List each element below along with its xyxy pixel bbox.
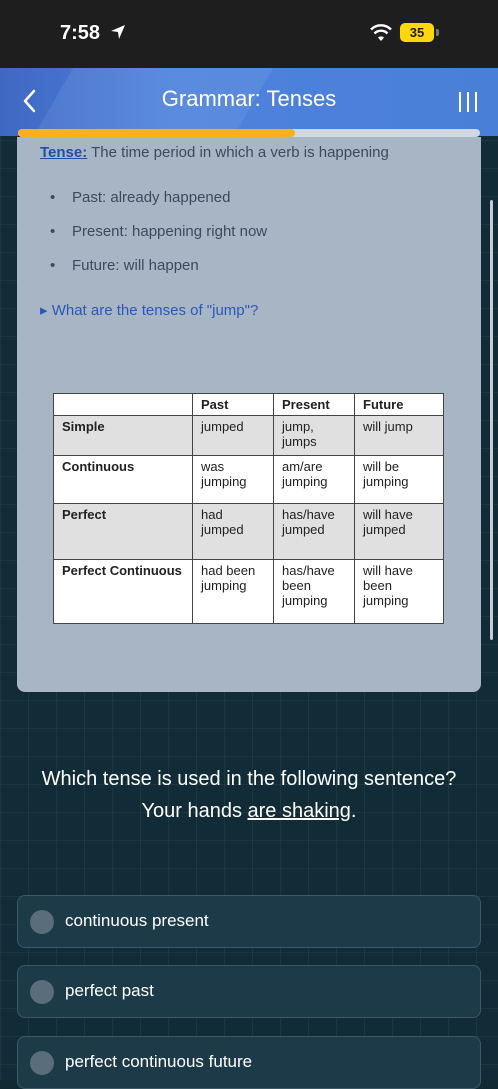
tense-bullet-list: Past: already happened Present: happenin…: [50, 189, 267, 291]
lesson-progress-fill: [18, 129, 296, 137]
sentence-start: Your hands: [141, 800, 248, 822]
option-label: continuous present: [65, 911, 209, 930]
disclosure-triangle-icon: ▸: [40, 302, 52, 319]
cell-past: was jumping: [192, 455, 274, 504]
lesson-card: Tense: The time period in which a verb i…: [17, 137, 481, 692]
menu-icon[interactable]: [455, 90, 481, 114]
cell-present: has/have been jumping: [273, 559, 355, 624]
cell-past: had been jumping: [192, 559, 274, 624]
option-label: perfect continuous future: [65, 1052, 253, 1071]
cell-future: will have jumped: [354, 503, 444, 560]
page-title: Grammar: Tenses: [161, 86, 337, 111]
answer-option-continuous-present[interactable]: continuous present: [17, 895, 481, 948]
bullet-present: Present: happening right now: [50, 223, 267, 257]
table-row: Perfect had jumped has/have jumped will …: [53, 503, 444, 560]
table-header-present: Present: [273, 393, 355, 416]
status-time: 7:58: [60, 22, 101, 44]
cell-future: will be jumping: [354, 455, 444, 504]
lesson-progress-bar: [18, 129, 480, 137]
answer-option-perfect-past[interactable]: perfect past: [17, 965, 481, 1018]
battery-icon: 35: [400, 23, 434, 42]
disclosure-label: What are the tenses of "jump"?: [51, 302, 259, 319]
definition-term[interactable]: Tense:: [40, 144, 87, 161]
cell-future: will jump: [354, 415, 444, 456]
row-label: Continuous: [53, 455, 193, 504]
location-arrow-icon: [111, 25, 125, 39]
scrollbar[interactable]: [490, 200, 493, 640]
battery-level: 35: [409, 25, 425, 40]
sentence-underlined: are shaking: [247, 800, 351, 822]
definition: Tense: The time period in which a verb i…: [40, 144, 389, 161]
row-label: Simple: [53, 415, 193, 456]
cell-past: jumped: [192, 415, 274, 456]
question-prompt: Which tense is used in the following sen…: [41, 768, 457, 790]
table-row: Perfect Continuous had been jumping has/…: [53, 559, 444, 624]
option-label: perfect past: [65, 981, 154, 1000]
battery-tip: [436, 29, 439, 36]
cell-future: will have been jumping: [354, 559, 444, 624]
sentence-end: .: [350, 800, 357, 822]
table-header-row: Past Present Future: [53, 393, 444, 416]
question-sentence: Your hands are shaking.: [0, 795, 498, 827]
cell-past: had jumped: [192, 503, 274, 560]
table-header-empty: [53, 393, 193, 416]
row-label: Perfect: [53, 503, 193, 560]
row-label: Perfect Continuous: [53, 559, 193, 624]
answer-option-perfect-continuous-future[interactable]: perfect continuous future: [17, 1036, 481, 1089]
cell-present: has/have jumped: [273, 503, 355, 560]
cell-present: am/are jumping: [273, 455, 355, 504]
bullet-future: Future: will happen: [50, 257, 267, 291]
cell-present: jump, jumps: [273, 415, 355, 456]
table-row: Simple jumped jump, jumps will jump: [53, 415, 444, 456]
status-bar: 7:58 35: [0, 0, 498, 68]
header: Grammar: Tenses: [0, 68, 498, 136]
radio-button[interactable]: [30, 910, 54, 934]
radio-button[interactable]: [30, 1051, 54, 1075]
wifi-icon: [370, 24, 392, 41]
table-row: Continuous was jumping am/are jumping wi…: [53, 455, 444, 504]
table-header-future: Future: [354, 393, 444, 416]
table-header-past: Past: [192, 393, 274, 416]
radio-button[interactable]: [30, 980, 54, 1004]
bullet-past: Past: already happened: [50, 189, 267, 223]
tense-table: Past Present Future Simple jumped jump, …: [53, 393, 444, 624]
definition-text: The time period in which a verb is happe…: [87, 144, 389, 161]
question: Which tense is used in the following sen…: [0, 763, 498, 827]
jump-tenses-disclosure[interactable]: ▸ What are the tenses of "jump"?: [40, 301, 258, 319]
